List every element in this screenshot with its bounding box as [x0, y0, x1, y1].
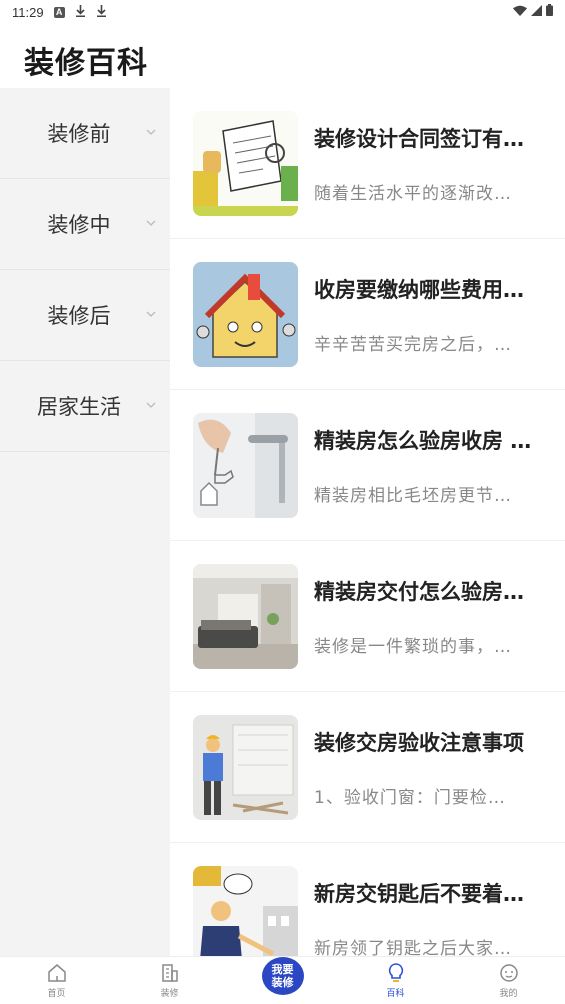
- article-card[interactable]: 收房要缴纳哪些费用… 辛辛苦苦买完房之后，…: [170, 239, 565, 390]
- download-icon: [75, 4, 86, 20]
- sidebar-item-label: 居家生活: [37, 395, 121, 419]
- building-icon: [161, 964, 178, 982]
- article-card[interactable]: 新房交钥匙后不要着… 新房领了钥匙之后大家…: [170, 843, 565, 956]
- article-thumbnail: [193, 412, 298, 518]
- status-time: 11:29: [12, 4, 44, 20]
- chevron-down-icon: [146, 311, 156, 317]
- article-thumbnail: [193, 261, 298, 367]
- lightbulb-icon: [388, 963, 403, 982]
- i-want-renovate-button[interactable]: 我要 装修: [261, 957, 304, 995]
- bottom-nav: 首页 装修 我要 装修 百科 我的: [0, 956, 565, 1004]
- sidebar-item-after-renovation[interactable]: 装修后: [0, 270, 170, 361]
- article-list: 装修设计合同签订有… 随着生活水平的逐渐改… 收房要缴纳哪些费用… 辛辛苦苦买完…: [170, 88, 565, 956]
- profile-face-icon: [499, 964, 518, 982]
- article-thumbnail: [193, 714, 298, 820]
- status-bar: 11:29 A: [0, 0, 565, 24]
- article-title: 收房要缴纳哪些费用…: [314, 277, 524, 302]
- article-thumbnail: [193, 563, 298, 669]
- nav-encyclopedia-label: 百科: [386, 989, 405, 999]
- nav-encyclopedia[interactable]: 百科: [339, 957, 452, 1004]
- page-title: 装修百科: [24, 46, 148, 81]
- article-title: 装修交房验收注意事项: [314, 730, 524, 755]
- article-summary: 1、验收门窗：门要检…: [314, 787, 506, 808]
- nav-renovate-label: 装修: [160, 989, 179, 999]
- a-icon: A: [53, 6, 65, 18]
- article-summary: 新房领了钥匙之后大家…: [314, 938, 512, 957]
- article-thumbnail: [193, 865, 298, 956]
- nav-i-want-renovate[interactable]: 我要 装修: [226, 957, 339, 1004]
- article-title: 新房交钥匙后不要着…: [314, 881, 524, 906]
- center-button-line1: 我要: [271, 963, 294, 976]
- article-card[interactable]: 精装房交付怎么验房… 装修是一件繁琐的事，…: [170, 541, 565, 692]
- nav-renovate[interactable]: 装修: [113, 957, 226, 1004]
- nav-home-label: 首页: [47, 989, 66, 999]
- signal-icon: [531, 4, 542, 20]
- battery-icon: [546, 4, 553, 20]
- nav-home[interactable]: 首页: [0, 957, 113, 1004]
- article-title: 装修设计合同签订有…: [314, 126, 524, 151]
- article-title: 精装房怎么验房收房 …: [314, 428, 532, 453]
- article-card[interactable]: 装修交房验收注意事项 1、验收门窗：门要检…: [170, 692, 565, 843]
- chevron-down-icon: [146, 402, 156, 408]
- wifi-icon: [513, 5, 527, 20]
- article-card[interactable]: 精装房怎么验房收房 … 精装房相比毛坯房更节…: [170, 390, 565, 541]
- article-summary: 装修是一件繁琐的事，…: [314, 636, 512, 657]
- nav-mine-label: 我的: [499, 989, 518, 999]
- article-summary: 精装房相比毛坯房更节…: [314, 485, 512, 506]
- article-title: 精装房交付怎么验房…: [314, 579, 524, 604]
- category-sidebar: 装修前 装修中 装修后 居家生活: [0, 88, 170, 956]
- article-summary: 辛辛苦苦买完房之后，…: [314, 334, 512, 355]
- chevron-down-icon: [146, 129, 156, 135]
- sidebar-item-home-living[interactable]: 居家生活: [0, 361, 170, 452]
- sidebar-item-label: 装修中: [47, 213, 111, 237]
- sidebar-item-label: 装修前: [47, 122, 111, 146]
- home-icon: [47, 964, 66, 982]
- article-thumbnail: [193, 110, 298, 216]
- download-icon: [96, 4, 107, 20]
- sidebar-item-during-renovation[interactable]: 装修中: [0, 179, 170, 270]
- chevron-down-icon: [146, 220, 156, 226]
- article-card[interactable]: 装修设计合同签订有… 随着生活水平的逐渐改…: [170, 88, 565, 239]
- center-button-line2: 装修: [271, 976, 294, 989]
- sidebar-item-before-renovation[interactable]: 装修前: [0, 88, 170, 179]
- nav-mine[interactable]: 我的: [452, 957, 565, 1004]
- sidebar-item-label: 装修后: [47, 304, 111, 328]
- article-summary: 随着生活水平的逐渐改…: [314, 183, 512, 204]
